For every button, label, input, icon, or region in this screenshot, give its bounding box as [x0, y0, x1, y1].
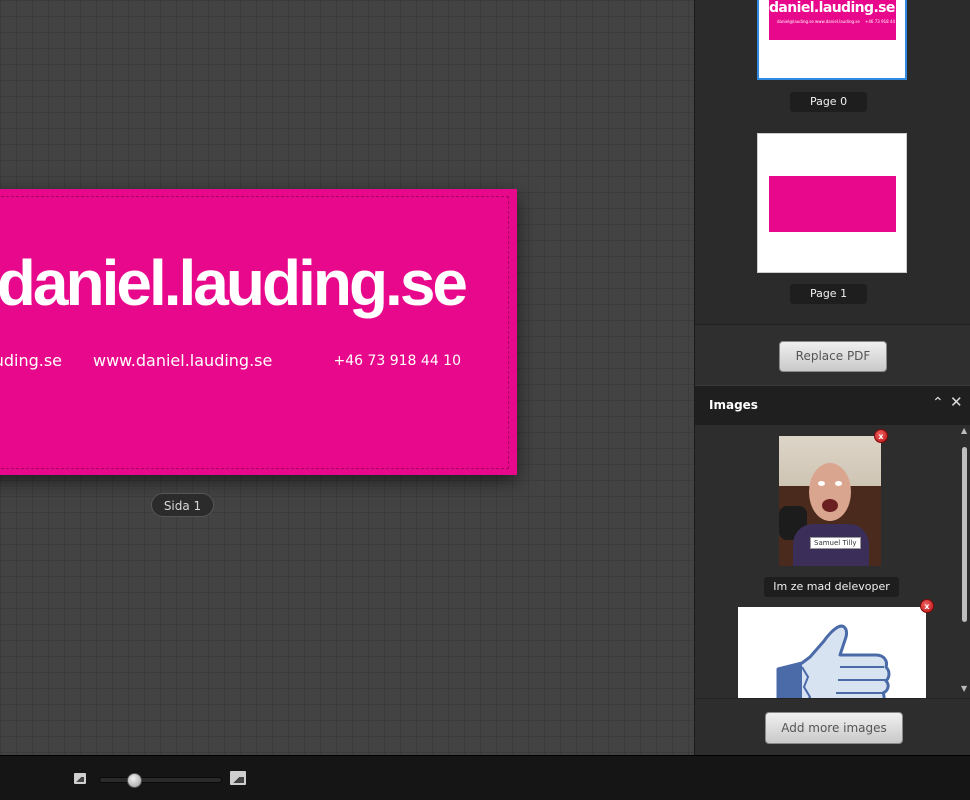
thumbnail-domain-text: daniel.lauding.se — [769, 0, 895, 16]
photo-mouth — [822, 499, 838, 512]
business-card-page[interactable]: daniel.lauding.se daniel@lauding.se www.… — [0, 189, 517, 475]
card-website-text[interactable]: www.daniel.lauding.se — [93, 351, 272, 370]
image-thumbnail-photo[interactable]: Samuel Tilly — [779, 436, 881, 566]
zoom-slider[interactable] — [99, 773, 222, 788]
images-panel-title: Images — [709, 398, 758, 412]
image-small-icon[interactable] — [74, 773, 86, 784]
add-images-section: Add more images — [695, 698, 970, 756]
app-window: daniel.lauding.se daniel@lauding.se www.… — [0, 0, 970, 800]
cut-line — [0, 196, 509, 469]
images-list[interactable]: Samuel Tilly x Im ze mad delevoper x ▲ ▼ — [695, 425, 970, 698]
replace-pdf-button[interactable]: Replace PDF — [779, 341, 887, 372]
card-domain-text[interactable]: daniel.lauding.se — [0, 251, 468, 315]
chevron-up-icon[interactable]: ⌃ — [932, 396, 944, 410]
photo-name-tag: Samuel Tilly — [810, 537, 861, 549]
side-panel: daniel.lauding.se daniel@lauding.se www.… — [694, 0, 970, 756]
remove-image-button[interactable]: x — [874, 429, 888, 443]
thumbnail-website-text: www.daniel.lauding.se — [815, 19, 860, 24]
bottom-toolbar — [0, 755, 970, 800]
close-icon[interactable]: ✕ — [950, 395, 963, 410]
page-label-1[interactable]: Page 1 — [790, 284, 867, 304]
photo-face — [809, 463, 851, 521]
thumbnail-card-area — [769, 176, 896, 232]
page-thumbnail-0[interactable]: daniel.lauding.se daniel@lauding.se www.… — [757, 0, 907, 80]
replace-pdf-section: Replace PDF — [695, 324, 970, 386]
image-caption[interactable]: Im ze mad delevoper — [764, 577, 899, 597]
card-email-text[interactable]: daniel@lauding.se — [0, 351, 62, 370]
pages-list: daniel.lauding.se daniel@lauding.se www.… — [695, 0, 970, 324]
zoom-slider-thumb[interactable] — [126, 773, 142, 788]
card-phone-text[interactable]: +46 73 918 44 10 — [333, 353, 461, 369]
add-more-images-button[interactable]: Add more images — [765, 712, 903, 744]
page-thumbnail-1[interactable] — [757, 133, 907, 273]
photo-eye — [818, 481, 825, 486]
scrollbar-thumb[interactable] — [962, 447, 967, 622]
canvas-page-label: Sida 1 — [151, 493, 214, 517]
design-canvas[interactable]: daniel.lauding.se daniel@lauding.se www.… — [0, 0, 694, 755]
image-thumbnail-thumbs-up[interactable] — [738, 607, 926, 698]
thumbs-up-icon — [776, 624, 891, 698]
images-panel-header: Images ⌃ ✕ — [695, 385, 970, 426]
images-scrollbar[interactable]: ▲ ▼ — [959, 425, 970, 698]
page-label-0[interactable]: Page 0 — [790, 92, 867, 112]
scroll-down-arrow-icon[interactable]: ▼ — [961, 685, 967, 693]
remove-image-button[interactable]: x — [920, 599, 934, 613]
scroll-up-arrow-icon[interactable]: ▲ — [961, 427, 967, 435]
thumbnail-card-area: daniel.lauding.se daniel@lauding.se www.… — [769, 0, 901, 40]
thumbnail-email-text: daniel@lauding.se — [777, 19, 814, 24]
thumbnail-phone-text: +46 73 918 44 10 — [865, 19, 902, 24]
image-large-icon[interactable] — [230, 771, 246, 785]
photo-eye — [835, 481, 842, 486]
